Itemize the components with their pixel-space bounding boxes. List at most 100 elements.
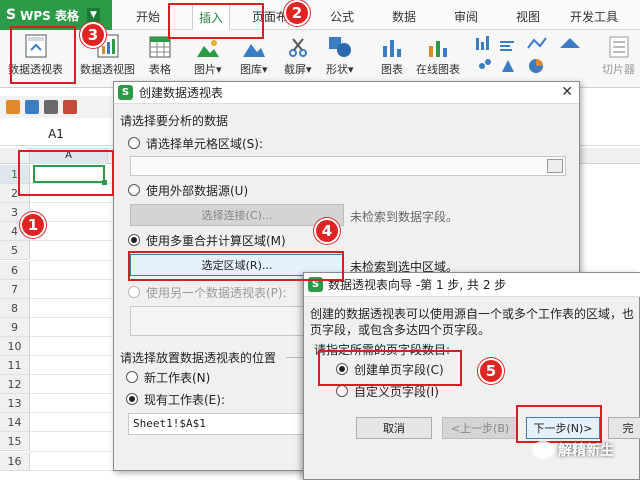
radio-multi-consolidation-label: 使用多重合并计算区域(M) <box>146 234 286 248</box>
bar-chart-icon <box>380 32 404 58</box>
choose-connection-button[interactable]: 选择连接(C)... <box>130 204 344 226</box>
grid-line <box>30 412 112 414</box>
chevron-down-icon[interactable]: ▾ <box>262 63 268 76</box>
tab-data[interactable]: 数据 <box>392 8 416 25</box>
name-box[interactable]: A1 <box>0 122 112 146</box>
watermark-text: 解精新生 <box>558 443 614 459</box>
wizard-prev-button[interactable]: <上一步(B) <box>442 417 518 439</box>
radio-multi-consolidation[interactable] <box>128 234 140 246</box>
marker-5: 5 <box>478 358 504 384</box>
tab-home[interactable]: 开始 <box>136 8 160 25</box>
grid-line <box>30 202 112 204</box>
grid-line <box>30 259 112 261</box>
row-header[interactable]: 8 <box>0 298 30 318</box>
radio-custom-page-field[interactable] <box>336 385 348 397</box>
dialog-title: 创建数据透视表 <box>139 86 224 100</box>
gallery-label: 图库 <box>240 63 262 76</box>
row-header[interactable]: 13 <box>0 394 30 414</box>
range-picker-icon[interactable] <box>547 159 563 173</box>
marker-1: 1 <box>20 212 46 238</box>
chevron-down-icon[interactable]: ▾ <box>306 63 312 76</box>
section-location-heading: 请选择放置数据透视表的位置 <box>120 351 277 365</box>
chart-button[interactable]: 图表 <box>380 32 404 77</box>
wizard-cancel-button[interactable]: 取消 <box>356 417 432 439</box>
radio-cell-range[interactable] <box>128 137 140 149</box>
section-data-heading: 请选择要分析的数据 <box>120 114 229 128</box>
grid-line <box>30 374 112 376</box>
tab-review[interactable]: 审阅 <box>454 8 478 25</box>
row-header[interactable]: 15 <box>0 432 30 452</box>
slicer-button[interactable]: 切片器 <box>602 32 635 77</box>
grid-line <box>30 355 112 356</box>
row-header[interactable]: 10 <box>0 336 30 356</box>
chevron-down-icon[interactable]: ▾ <box>216 63 222 76</box>
screenshot-button[interactable]: 截屏▾ <box>284 32 312 77</box>
shapes-button[interactable]: 形状▾ <box>326 32 354 77</box>
highlight-next-button <box>516 405 602 443</box>
row-header[interactable]: 14 <box>0 413 30 433</box>
new-file-icon[interactable] <box>6 100 20 114</box>
grid-line <box>30 297 112 299</box>
tab-view[interactable]: 视图 <box>516 8 540 25</box>
online-chart-button[interactable]: 在线图表 <box>416 32 460 77</box>
wps-logo-icon: S <box>118 85 133 100</box>
row-header[interactable]: 11 <box>0 356 30 375</box>
highlight-select-area-button <box>128 251 344 281</box>
tab-formulas[interactable]: 公式 <box>330 8 354 25</box>
grid-line <box>30 316 112 318</box>
radio-other-pivot[interactable] <box>128 286 140 298</box>
radio-existing-sheet-label: 现有工作表(E): <box>144 393 225 407</box>
slicer-label: 切片器 <box>602 63 635 76</box>
tab-developer[interactable]: 开发工具 <box>570 8 618 25</box>
grid-line <box>30 431 112 433</box>
wizard-desc-line2: 页字段，或包含多达四个页字段。 <box>310 323 491 337</box>
print-icon[interactable] <box>44 100 58 114</box>
chevron-down-icon[interactable]: ▼ <box>86 8 100 22</box>
watermark: 解精新生 <box>532 440 614 460</box>
radio-existing-sheet[interactable] <box>126 393 138 405</box>
wizard-desc-line1: 创建的数据透视表可以使用源自一个或多个工作表的区域，也 <box>310 307 635 321</box>
highlight-single-page-field <box>318 350 462 386</box>
radio-external-source-label: 使用外部数据源(U) <box>146 184 249 198</box>
chart-type-gallery[interactable] <box>474 34 590 78</box>
location-value: Sheet1!$A$1 <box>133 417 206 430</box>
screenshot-label: 截屏 <box>284 63 306 76</box>
row-header[interactable]: 5 <box>0 241 30 261</box>
radio-cell-range-label: 请选择单元格区域(S): <box>146 137 264 151</box>
grid-line <box>30 469 112 471</box>
save-icon[interactable] <box>25 100 39 114</box>
cell-range-input[interactable] <box>130 156 566 176</box>
online-chart-label: 在线图表 <box>416 63 460 76</box>
grid-line <box>30 335 112 337</box>
row-header[interactable]: 16 <box>0 451 30 471</box>
table-label: 表格 <box>149 63 171 76</box>
grid-line <box>30 450 112 452</box>
row-header[interactable]: 7 <box>0 279 30 299</box>
row-header[interactable]: 9 <box>0 317 30 337</box>
wechat-icon <box>532 441 554 459</box>
other-pivot-list[interactable] <box>130 306 310 336</box>
grid-line <box>30 240 112 242</box>
radio-external-source[interactable] <box>128 184 140 196</box>
chevron-down-icon[interactable]: ▾ <box>348 63 354 76</box>
highlight-cell-a1 <box>18 150 114 196</box>
wizard-title-bar: S 数据透视表向导 -第 1 步, 共 2 步 <box>304 273 640 297</box>
grid-line <box>30 393 112 395</box>
no-field-text: 未检索到数据字段。 <box>350 210 459 224</box>
quick-access-toolbar <box>0 96 112 118</box>
grid-line <box>30 278 112 280</box>
close-icon[interactable]: ✕ <box>561 84 573 100</box>
wizard-finish-button[interactable]: 完 <box>608 417 640 439</box>
online-chart-icon <box>426 32 450 58</box>
pivot-chart-label: 数据透视图 <box>80 63 135 76</box>
shapes-icon <box>328 32 352 58</box>
row-header[interactable]: 6 <box>0 260 30 280</box>
wizard-title: 数据透视表向导 -第 1 步, 共 2 步 <box>328 278 507 292</box>
row-header[interactable]: 12 <box>0 375 30 395</box>
marker-2: 2 <box>284 0 310 26</box>
marker-4: 4 <box>314 218 340 244</box>
dialog-title-bar: S 创建数据透视表 ✕ <box>114 82 579 104</box>
print-preview-icon[interactable] <box>63 100 77 114</box>
radio-new-sheet[interactable] <box>126 371 138 383</box>
location-input[interactable]: Sheet1!$A$1 <box>128 413 304 435</box>
